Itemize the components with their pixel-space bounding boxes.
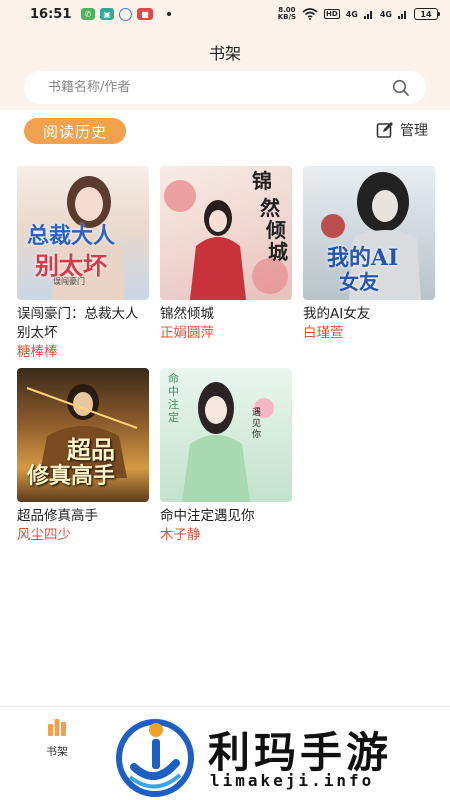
header: 书架 xyxy=(0,28,450,110)
cover-title-line4: 城 xyxy=(268,240,288,264)
cover-title-line2: 女友 xyxy=(339,270,379,294)
signal-icon-1: 4G xyxy=(345,9,358,19)
book-title[interactable]: 误闯豪门：总裁大人别太坏 xyxy=(17,305,149,343)
manage-label: 管理 xyxy=(400,123,428,139)
book-item[interactable]: 总裁大人 别太坏 误闯豪门 误闯豪门：总裁大人别太坏 糖棒棒 xyxy=(17,166,149,362)
book-title[interactable]: 超品修真高手 xyxy=(17,507,149,526)
book-author: 糖棒棒 xyxy=(17,344,58,360)
sync-icon xyxy=(119,7,132,21)
nav-bookshelf[interactable]: 书架 xyxy=(34,717,80,759)
cover-title-line2: 修真高手 xyxy=(27,463,116,489)
book-cover[interactable]: 命中注定 遇见你 xyxy=(160,368,292,502)
book-title[interactable]: 我的AI女友 xyxy=(303,305,435,324)
cover-title-line1: 命中注定 xyxy=(168,372,179,424)
book-author: 风尘四少 xyxy=(17,527,71,543)
watermark-url: limakeji.info xyxy=(210,771,375,790)
book-item[interactable]: 我的AI 女友 我的AI女友 白瑾萱 xyxy=(303,166,435,343)
search-icon[interactable] xyxy=(390,77,412,99)
signal-icon-2: 4G xyxy=(379,9,392,19)
section-row: 阅读历史 管理 xyxy=(0,110,450,154)
more-notifications-icon xyxy=(167,12,171,16)
nav-bookshelf-label: 书架 xyxy=(46,745,68,758)
watermark-logo xyxy=(116,719,194,797)
search-input[interactable] xyxy=(48,80,390,95)
reading-history-tab[interactable]: 阅读历史 xyxy=(24,118,126,144)
wifi-icon xyxy=(302,8,318,20)
search-bar[interactable] xyxy=(24,71,426,104)
news-icon: ■ xyxy=(137,8,153,20)
app-notification-icon: ▣ xyxy=(100,8,114,20)
book-cover[interactable]: 锦 然 倾 城 xyxy=(160,166,292,300)
book-author: 正娟圆萍 xyxy=(160,325,214,341)
book-title[interactable]: 命中注定遇见你 xyxy=(160,507,292,526)
bookshelf-icon xyxy=(48,719,66,736)
edit-icon xyxy=(376,122,393,138)
hd-badge: HD xyxy=(324,9,340,19)
book-cover[interactable]: 我的AI 女友 xyxy=(303,166,435,300)
book-author: 木子静 xyxy=(160,527,201,543)
book-item[interactable]: 超品 修真高手 超品修真高手 风尘四少 xyxy=(17,368,149,545)
signal-bars-icon xyxy=(363,11,372,19)
phone-icon: ✆ xyxy=(81,8,95,20)
cover-caption: 误闯豪门 xyxy=(53,277,85,286)
book-item[interactable]: 命中注定 遇见你 命中注定遇见你 木子静 xyxy=(160,368,292,545)
page-title: 书架 xyxy=(208,44,241,63)
net-speed: 8.00 KB/S xyxy=(277,6,297,21)
book-item[interactable]: 锦 然 倾 城 锦然倾城 正娟圆萍 xyxy=(160,166,292,343)
signal-bars-icon-2 xyxy=(398,11,406,19)
manage-button[interactable]: 管理 xyxy=(376,118,428,142)
watermark: 利玛手游 limakeji.info xyxy=(106,711,450,800)
battery-icon: 14 xyxy=(414,8,440,20)
book-author: 白瑾萱 xyxy=(303,325,344,341)
cover-title-line1: 锦 xyxy=(252,169,272,193)
status-time: 16:51 xyxy=(30,6,72,22)
book-cover[interactable]: 超品 修真高手 xyxy=(17,368,149,502)
book-cover[interactable]: 总裁大人 别太坏 误闯豪门 xyxy=(17,166,149,300)
book-title[interactable]: 锦然倾城 xyxy=(160,305,292,324)
status-bar: 16:51 ✆ ▣ ■ 8.00 KB/S HD 4G 4G 14 xyxy=(0,0,450,28)
status-indicators: 8.00 KB/S HD 4G 4G 14 xyxy=(277,6,440,21)
cover-title-line2: 遇见你 xyxy=(252,408,262,440)
